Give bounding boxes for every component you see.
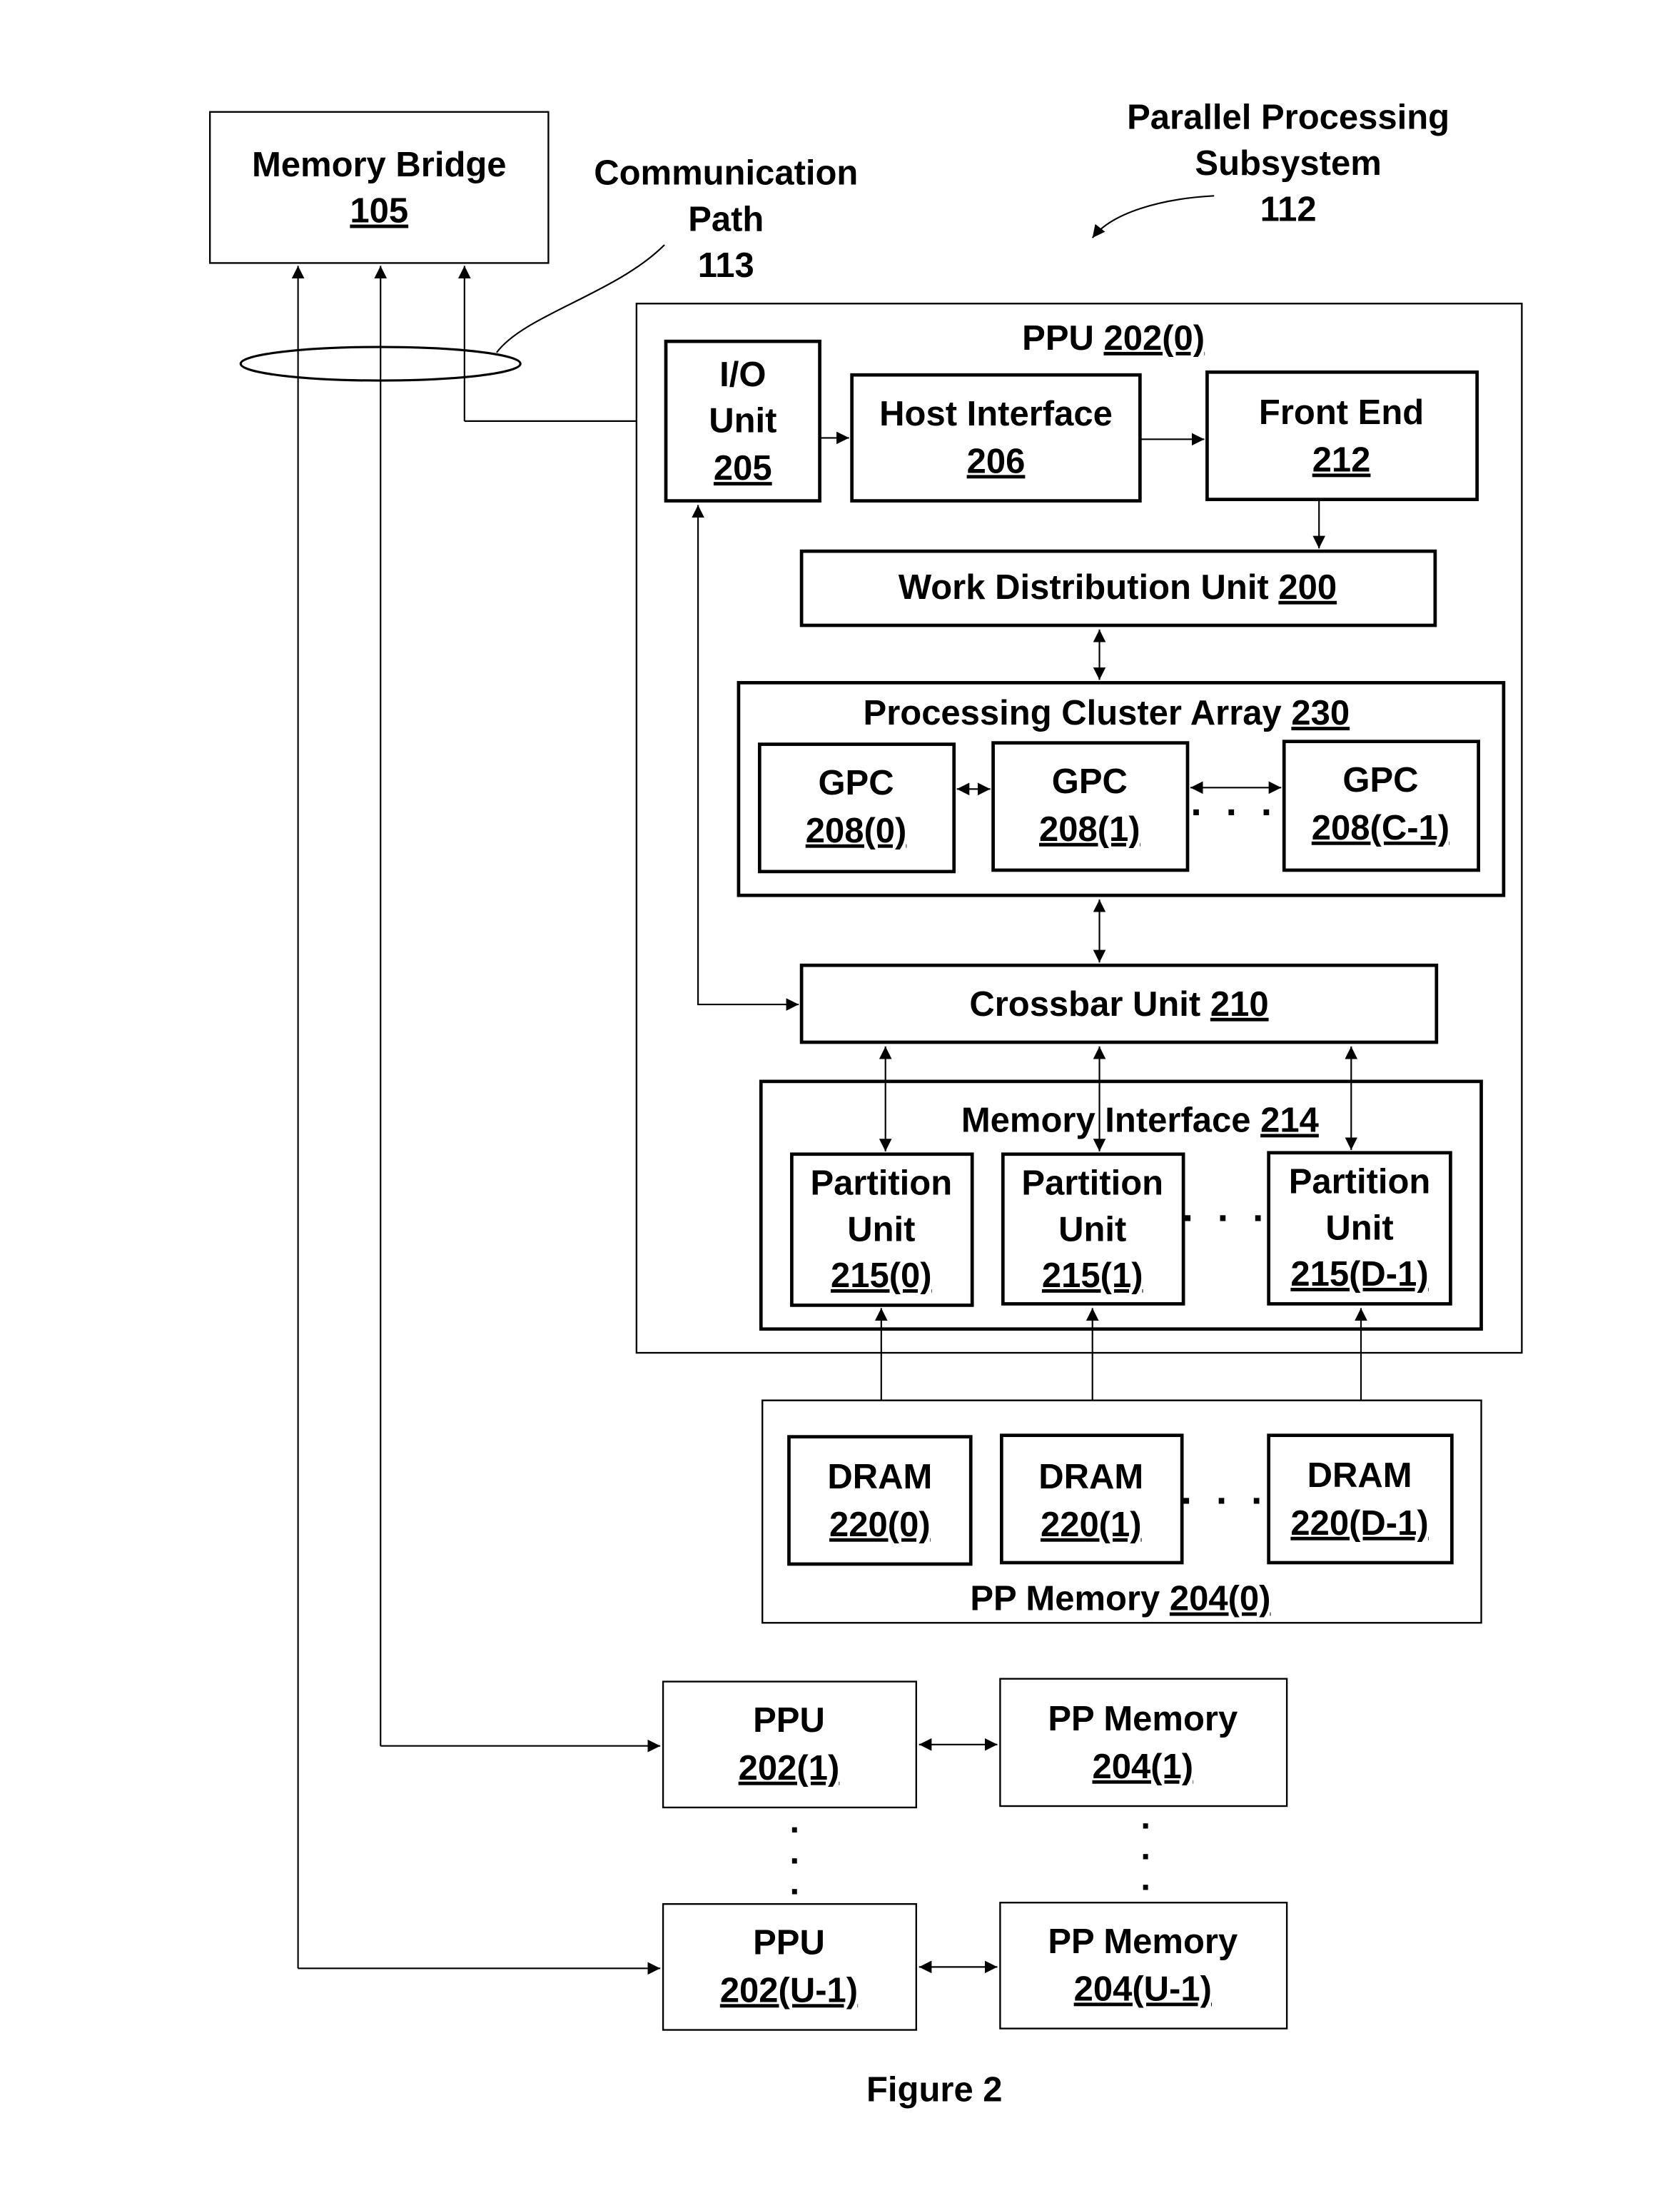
subsystem-pointer-arrow bbox=[1091, 195, 1215, 238]
communication-path-line1: Communication bbox=[594, 154, 858, 193]
dram-1-name: DRAM bbox=[1038, 1458, 1143, 1496]
dram-0-box: DRAM 220(0) bbox=[787, 1435, 973, 1566]
pca-ref: 230 bbox=[1291, 694, 1350, 732]
host-interface-box: Host Interface 206 bbox=[850, 373, 1142, 503]
pp-memory-1-box: PP Memory 204(1) bbox=[999, 1678, 1288, 1808]
subsystem-ref: 112 bbox=[1260, 191, 1317, 229]
memory-bridge-box: Memory Bridge 105 bbox=[208, 111, 550, 264]
dram-last-ref: 220(D-1) bbox=[1290, 1504, 1428, 1543]
partition-unit-last-line2: Unit bbox=[1325, 1209, 1393, 1247]
partition-unit-1-line1: Partition bbox=[1021, 1164, 1163, 1203]
subsystem-line2: Subsystem bbox=[1195, 144, 1381, 183]
gpc-0-name: GPC bbox=[818, 764, 894, 802]
gpc-1-ref: 208(1) bbox=[1039, 810, 1140, 849]
subsystem-line1: Parallel Processing bbox=[1127, 98, 1449, 136]
ppu-ellipsis-dot-3: . bbox=[789, 1863, 799, 1902]
dram-1-box: DRAM 220(1) bbox=[999, 1433, 1184, 1565]
crossbar-label-text: Crossbar Unit bbox=[969, 985, 1210, 1024]
partition-unit-0-line1: Partition bbox=[810, 1164, 952, 1203]
dram-last-name: DRAM bbox=[1307, 1456, 1412, 1495]
subsystem-label: Parallel Processing Subsystem 112 bbox=[1091, 98, 1449, 238]
host-interface-label: Host Interface bbox=[879, 395, 1113, 433]
ppu-1-name: PPU bbox=[753, 1701, 825, 1740]
ppmem-ellipsis-dot-3: . bbox=[1140, 1860, 1150, 1898]
ppu0-ref: 202(0) bbox=[1103, 319, 1205, 358]
pp-memory-0-ref: 204(0) bbox=[1170, 1580, 1271, 1618]
partition-unit-1-line2: Unit bbox=[1058, 1210, 1126, 1249]
memory-bridge-ref: 105 bbox=[350, 192, 408, 231]
pp-memory-vertical-ellipsis: . . . bbox=[1140, 1798, 1150, 1897]
figure-2-diagram: Memory Bridge 105 Communication Path 113… bbox=[208, 98, 1523, 2109]
front-end-box: Front End 212 bbox=[1205, 370, 1479, 501]
front-end-label: Front End bbox=[1259, 393, 1424, 432]
front-end-ref: 212 bbox=[1312, 440, 1371, 479]
gpc-0-ref: 208(0) bbox=[806, 812, 907, 850]
crossbar-ref: 210 bbox=[1210, 985, 1269, 1024]
ppu-last-name: PPU bbox=[753, 1924, 825, 1962]
memory-interface-label-text: Memory Interface bbox=[961, 1101, 1260, 1139]
host-interface-ref: 206 bbox=[967, 442, 1026, 480]
partition-unit-1-ref: 215(1) bbox=[1042, 1256, 1143, 1295]
partition-unit-last-ref: 215(D-1) bbox=[1290, 1255, 1428, 1294]
wdu-ref: 200 bbox=[1278, 568, 1337, 607]
work-distribution-unit-box: Work Distribution Unit 200 bbox=[799, 549, 1437, 627]
io-unit-line1: I/O bbox=[719, 356, 766, 394]
gpc-last-box: GPC 208(C-1) bbox=[1282, 740, 1480, 872]
memory-interface-label: Memory Interface 214 bbox=[961, 1101, 1319, 1139]
pca-label-text: Processing Cluster Array bbox=[864, 694, 1292, 732]
communication-path-ref: 113 bbox=[698, 246, 754, 285]
processing-cluster-array-label: Processing Cluster Array 230 bbox=[864, 694, 1350, 732]
pp-memory-1-ref: 204(1) bbox=[1092, 1748, 1193, 1786]
pp-memory-0-label: PP Memory 204(0) bbox=[970, 1580, 1270, 1618]
gpc-last-name: GPC bbox=[1342, 761, 1418, 800]
dram-0-ref: 220(0) bbox=[829, 1506, 931, 1544]
memory-interface-ref: 214 bbox=[1260, 1101, 1319, 1139]
pp-memory-1-name: PP Memory bbox=[1048, 1700, 1238, 1738]
io-unit-ref: 205 bbox=[714, 449, 772, 488]
pp-memory-last-ref: 204(U-1) bbox=[1074, 1970, 1212, 2008]
partition-ellipsis: · · · bbox=[1183, 1196, 1271, 1240]
communication-path-line2: Path bbox=[688, 200, 764, 238]
gpc-1-box: GPC 208(1) bbox=[991, 741, 1190, 872]
dram-ellipsis: · · · bbox=[1181, 1478, 1270, 1522]
partition-unit-0-ref: 215(0) bbox=[831, 1256, 932, 1295]
io-unit-box: I/O Unit 205 bbox=[664, 339, 821, 503]
ppu0-label-text: PPU bbox=[1022, 319, 1103, 358]
dram-last-box: DRAM 220(D-1) bbox=[1267, 1433, 1454, 1565]
partition-unit-last-line1: Partition bbox=[1289, 1163, 1431, 1201]
wdu-label-text: Work Distribution Unit bbox=[899, 568, 1278, 607]
ppu-last-box: PPU 202(U-1) bbox=[662, 1903, 917, 2031]
crossbar-unit-box: Crossbar Unit 210 bbox=[799, 963, 1439, 1044]
dram-0-name: DRAM bbox=[827, 1458, 932, 1496]
pp-memory-0-label-text: PP Memory bbox=[970, 1580, 1170, 1618]
work-distribution-unit-label: Work Distribution Unit 200 bbox=[899, 568, 1337, 607]
partition-unit-1-box: Partition Unit 215(1) bbox=[1001, 1152, 1185, 1306]
gpc-ellipsis: · · · bbox=[1190, 790, 1279, 834]
partition-unit-0-box: Partition Unit 215(0) bbox=[790, 1152, 974, 1307]
dram-1-ref: 220(1) bbox=[1041, 1506, 1142, 1544]
memory-bridge-label: Memory Bridge bbox=[252, 146, 507, 184]
ppu-vertical-ellipsis: . . . bbox=[789, 1802, 799, 1902]
pp-memory-last-name: PP Memory bbox=[1048, 1922, 1238, 1961]
ppu-1-ref: 202(1) bbox=[739, 1749, 840, 1788]
gpc-0-box: GPC 208(0) bbox=[757, 742, 956, 874]
gpc-last-ref: 208(C-1) bbox=[1312, 809, 1449, 847]
ppu-1-box: PPU 202(1) bbox=[662, 1680, 917, 1809]
partition-unit-last-box: Partition Unit 215(D-1) bbox=[1267, 1151, 1452, 1306]
pp-memory-last-box: PP Memory 204(U-1) bbox=[999, 1902, 1288, 2030]
partition-unit-0-line2: Unit bbox=[847, 1210, 915, 1249]
ppu-last-ref: 202(U-1) bbox=[720, 1971, 858, 2010]
io-unit-line2: Unit bbox=[709, 402, 776, 440]
ppu0-label: PPU 202(0) bbox=[1022, 319, 1205, 358]
figure-caption: Figure 2 bbox=[866, 2070, 1003, 2109]
gpc-1-name: GPC bbox=[1052, 762, 1128, 801]
crossbar-unit-label: Crossbar Unit 210 bbox=[969, 985, 1268, 1024]
